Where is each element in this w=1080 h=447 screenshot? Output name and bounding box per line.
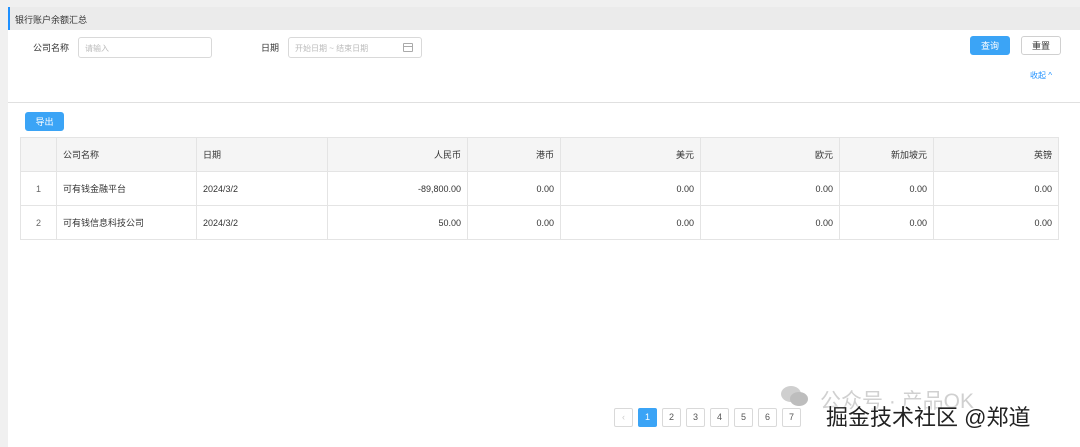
table-row[interactable]: 1 可有钱金融平台 2024/3/2 -89,800.00 0.00 0.00 … [20, 171, 1059, 206]
wechat-logo-icon [781, 386, 808, 406]
filter-divider [8, 102, 1080, 103]
cell-hkd: 0.00 [467, 171, 561, 206]
table-header-row: 公司名称 日期 人民币 港币 美元 欧元 新加坡元 英镑 [20, 137, 1059, 172]
cell-company: 可有钱金融平台 [56, 171, 197, 206]
col-company: 公司名称 [56, 137, 197, 172]
company-label: 公司名称 [33, 43, 70, 53]
col-hkd: 港币 [467, 137, 561, 172]
cell-index: 1 [20, 171, 57, 206]
cell-hkd: 0.00 [467, 205, 561, 240]
page-title-bar: 银行账户余额汇总 [8, 7, 1080, 30]
cell-sgd: 0.00 [839, 171, 934, 206]
cell-gbp: 0.00 [933, 205, 1059, 240]
page-button-1[interactable]: 1 [638, 408, 657, 427]
cell-eur: 0.00 [700, 171, 840, 206]
cell-date: 2024/3/2 [196, 205, 328, 240]
cell-sgd: 0.00 [839, 205, 934, 240]
cell-gbp: 0.00 [933, 171, 1059, 206]
page-title: 银行账户余额汇总 [15, 15, 88, 25]
date-label: 日期 [261, 43, 280, 53]
query-button[interactable]: 查询 [970, 36, 1010, 55]
reset-button[interactable]: 重置 [1021, 36, 1061, 55]
cell-index: 2 [20, 205, 57, 240]
cell-cny: 50.00 [327, 205, 468, 240]
balance-table: 公司名称 日期 人民币 港币 美元 欧元 新加坡元 英镑 1 可有钱金融平台 2… [20, 137, 1059, 240]
table-row[interactable]: 2 可有钱信息科技公司 2024/3/2 50.00 0.00 0.00 0.0… [20, 205, 1059, 240]
date-range-placeholder: 开始日期 ~ 结束日期 [295, 44, 369, 53]
col-gbp: 英镑 [933, 137, 1059, 172]
watermark: 公众号 · 产品OK 掘金技术社区 @郑道 [778, 363, 1078, 447]
date-range-picker[interactable]: 开始日期 ~ 结束日期 [288, 37, 422, 58]
collapse-link[interactable]: 收起 ^ [1030, 70, 1052, 81]
calendar-icon [403, 43, 413, 52]
company-search-input[interactable]: 请输入 [78, 37, 212, 58]
page-button-3[interactable]: 3 [686, 408, 705, 427]
watermark-source: 掘金技术社区 @郑道 [826, 405, 1031, 430]
col-usd: 美元 [560, 137, 701, 172]
col-eur: 欧元 [700, 137, 840, 172]
pagination: ‹ 1 2 3 4 5 6 7 [614, 408, 801, 427]
cell-eur: 0.00 [700, 205, 840, 240]
page-button-6[interactable]: 6 [758, 408, 777, 427]
col-index [20, 137, 57, 172]
export-button[interactable]: 导出 [25, 112, 64, 131]
col-date: 日期 [196, 137, 328, 172]
page-button-4[interactable]: 4 [710, 408, 729, 427]
cell-company: 可有钱信息科技公司 [56, 205, 197, 240]
col-sgd: 新加坡元 [839, 137, 934, 172]
prev-page-button[interactable]: ‹ [614, 408, 633, 427]
cell-date: 2024/3/2 [196, 171, 328, 206]
page-button-5[interactable]: 5 [734, 408, 753, 427]
cell-usd: 0.00 [560, 205, 701, 240]
col-cny: 人民币 [327, 137, 468, 172]
cell-cny: -89,800.00 [327, 171, 468, 206]
cell-usd: 0.00 [560, 171, 701, 206]
page-button-2[interactable]: 2 [662, 408, 681, 427]
company-input-placeholder: 请输入 [85, 44, 109, 53]
